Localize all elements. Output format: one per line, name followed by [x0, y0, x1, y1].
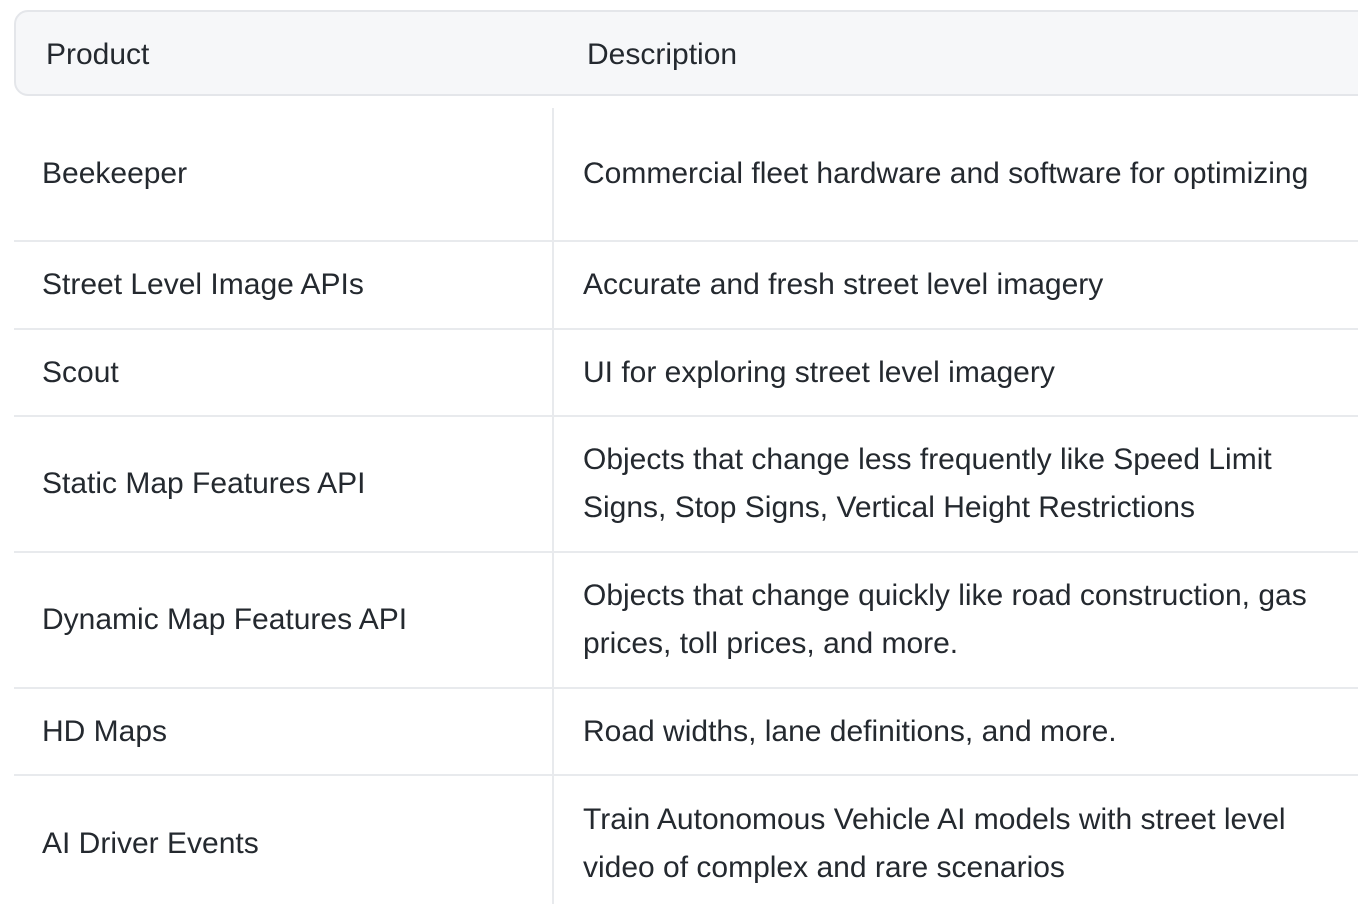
- header-description: Description: [587, 38, 738, 71]
- table-row: AI Driver Events Train Autonomous Vehicl…: [14, 776, 1358, 912]
- table-row: Beekeeper Commercial fleet hardware and …: [14, 106, 1358, 241]
- description-cell: Accurate and fresh street level imagery: [583, 268, 1104, 301]
- table-row: Scout UI for exploring street level imag…: [14, 330, 1358, 416]
- description-cell: Objects that change quickly like road co…: [583, 579, 1307, 660]
- product-cell: Dynamic Map Features API: [42, 603, 408, 636]
- description-cell: UI for exploring street level imagery: [583, 356, 1055, 389]
- description-cell: Commercial fleet hardware and software f…: [583, 156, 1309, 190]
- description-cell: Road widths, lane definitions, and more.: [583, 715, 1117, 748]
- table-row: Dynamic Map Features API Objects that ch…: [14, 553, 1358, 687]
- product-cell: Static Map Features API: [42, 467, 366, 500]
- product-cell: HD Maps: [42, 715, 168, 748]
- table-row: Street Level Image APIs Accurate and fre…: [14, 242, 1358, 328]
- table-row: HD Maps Road widths, lane definitions, a…: [14, 689, 1358, 775]
- product-cell: Scout: [42, 356, 119, 389]
- table-header: Product Description: [14, 10, 1358, 96]
- description-cell: Objects that change less frequently like…: [583, 443, 1272, 524]
- product-table: Product Description Beekeeper Commercial…: [14, 10, 1358, 904]
- header-product: Product: [46, 38, 150, 71]
- product-cell: AI Driver Events: [42, 827, 259, 860]
- product-cell: Beekeeper: [42, 156, 188, 190]
- description-cell: Train Autonomous Vehicle AI models with …: [583, 803, 1286, 884]
- product-cell: Street Level Image APIs: [42, 268, 364, 301]
- table-row: Static Map Features API Objects that cha…: [14, 417, 1358, 551]
